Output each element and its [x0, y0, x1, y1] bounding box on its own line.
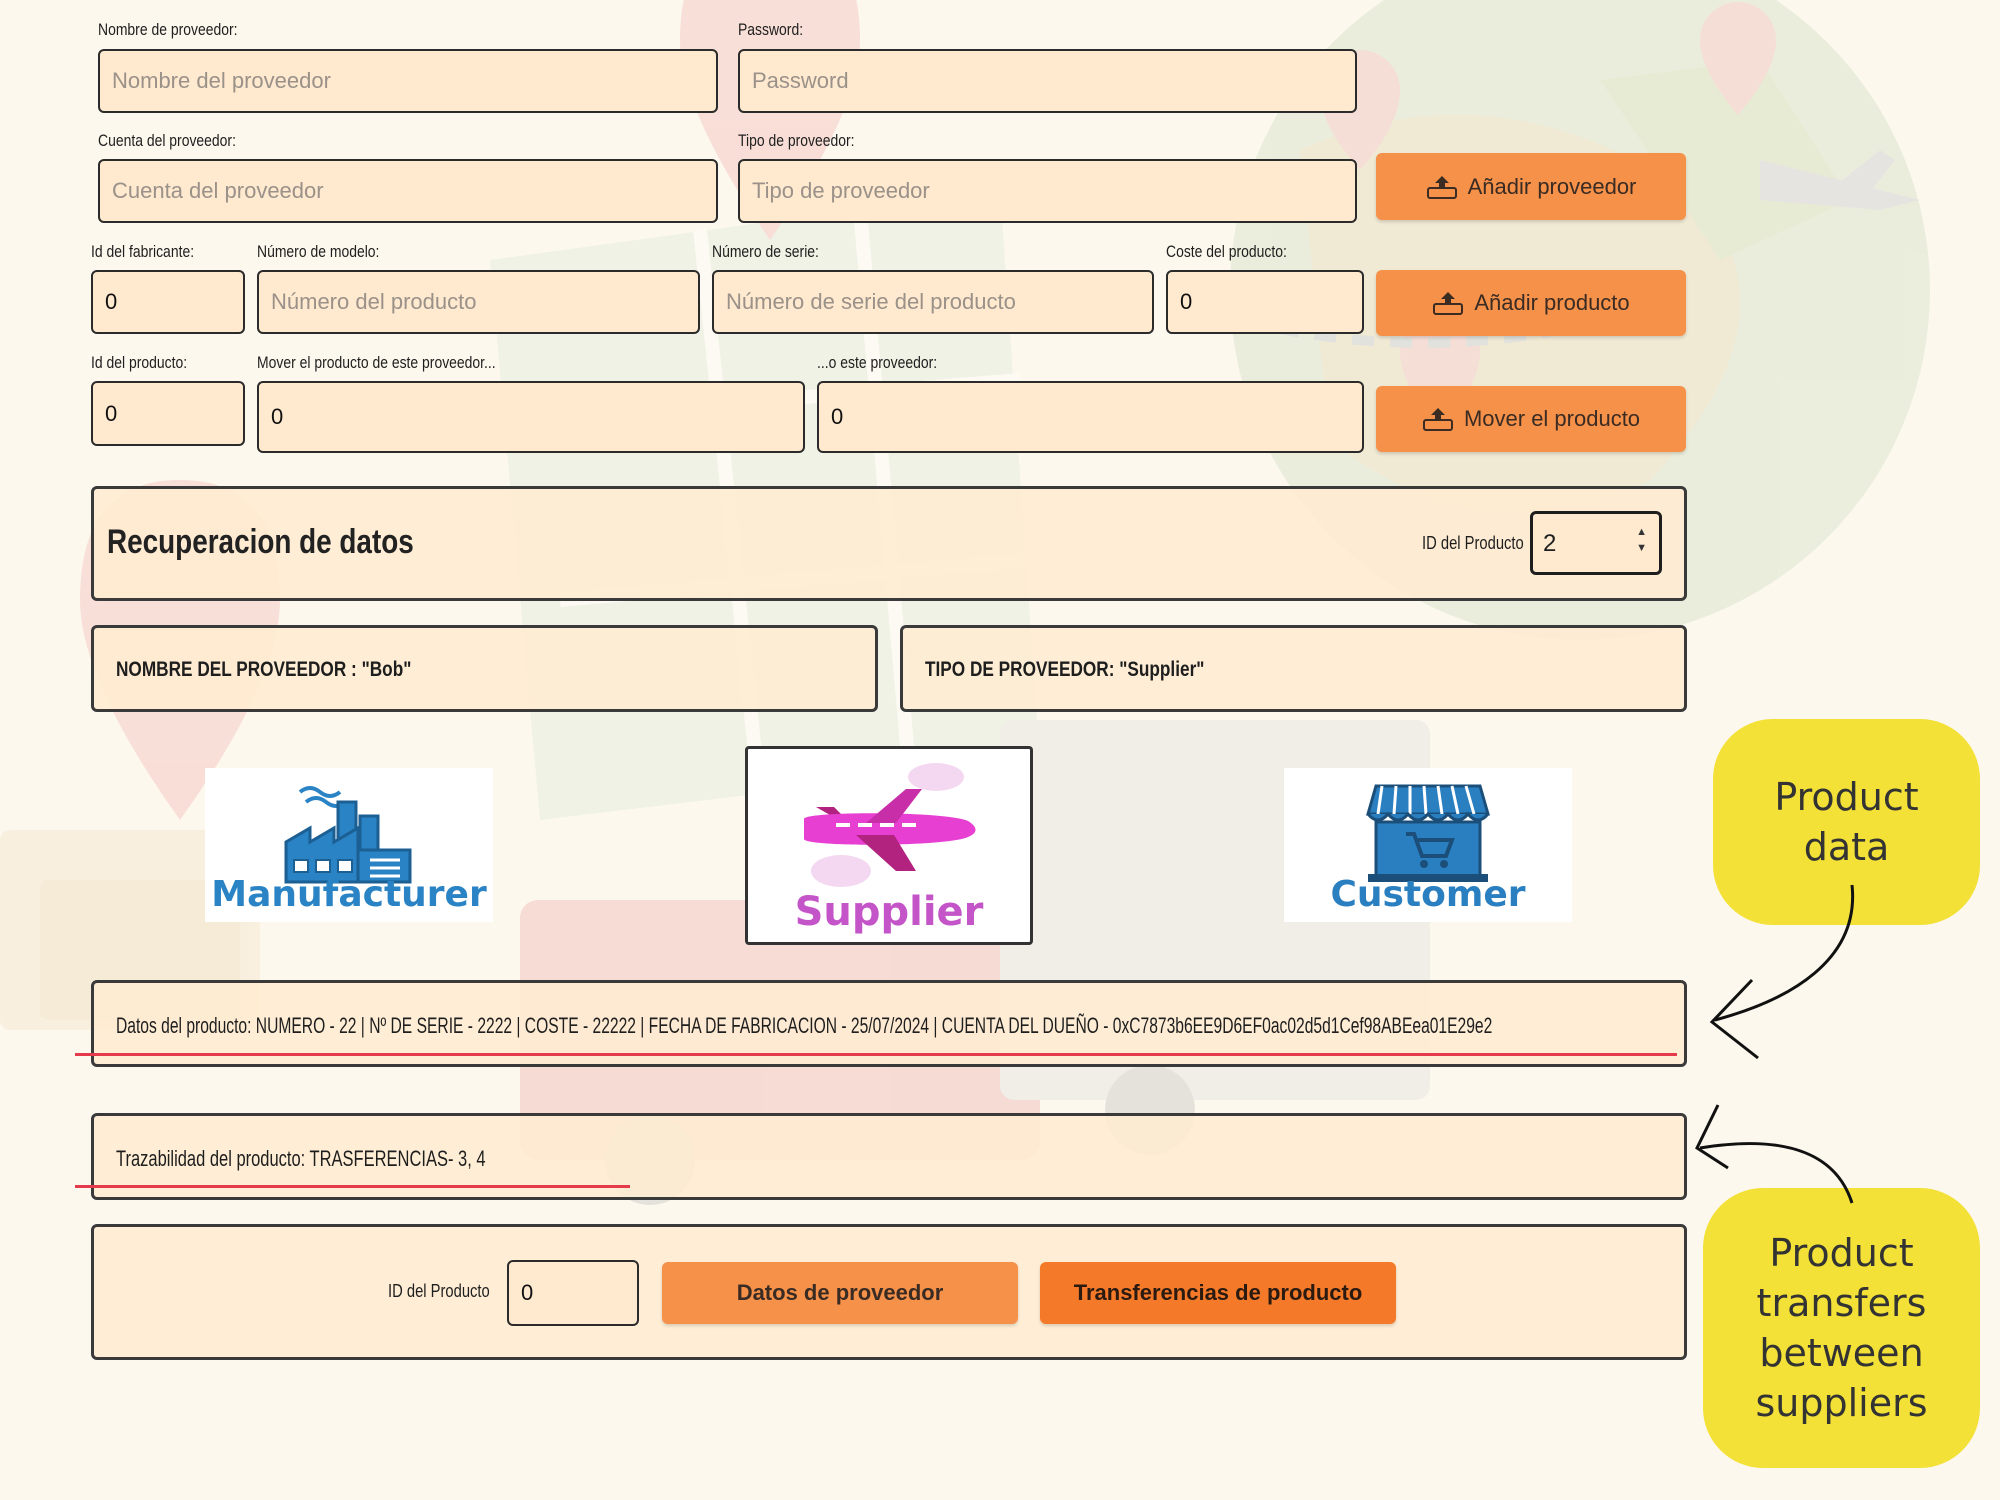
annotation-arrows: [1695, 884, 1855, 1204]
transfers-arrowhead: [1695, 1104, 1729, 1170]
product-data-arrow: [1714, 884, 1855, 1022]
transfers-arrow: [1699, 1142, 1854, 1204]
